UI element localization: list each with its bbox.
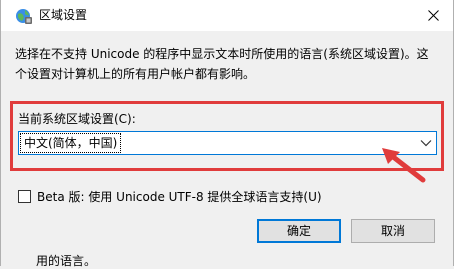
beta-utf8-option[interactable]: Beta 版: 使用 Unicode UTF-8 提供全球语言支持(U): [18, 188, 322, 205]
description-text: 选择在不支持 Unicode 的程序中显示文本时所使用的语言(系统区域设置)。这…: [15, 44, 445, 84]
title-bar: 区域设置: [1, 0, 453, 31]
locale-label: 当前系统区域设置(C):: [18, 112, 136, 126]
region-settings-dialog: 区域设置 选择在不支持 Unicode 的程序中显示文本时所使用的语言(系统区域…: [0, 0, 454, 268]
close-icon: [427, 9, 439, 21]
background-window-text: 用的语言。: [36, 254, 97, 268]
close-button[interactable]: [419, 3, 447, 27]
beta-utf8-checkbox[interactable]: [18, 190, 31, 203]
description-line-2: 个设置对计算机上的所有用户帐户都有影响。: [15, 67, 256, 81]
beta-utf8-label[interactable]: Beta 版: 使用 Unicode UTF-8 提供全球语言支持(U): [37, 188, 322, 205]
description-line-1: 选择在不支持 Unicode 的程序中显示文本时所使用的语言(系统区域设置)。这: [15, 47, 429, 61]
cancel-button[interactable]: 取消: [351, 219, 435, 243]
window-title: 区域设置: [39, 8, 88, 22]
locale-selected-value: 中文(简体，中国): [19, 133, 122, 153]
ok-button[interactable]: 确定: [257, 219, 341, 243]
globe-settings-icon: [16, 9, 32, 24]
locale-select[interactable]: 中文(简体，中国): [18, 131, 437, 155]
red-arrow-annotation: [382, 148, 426, 183]
